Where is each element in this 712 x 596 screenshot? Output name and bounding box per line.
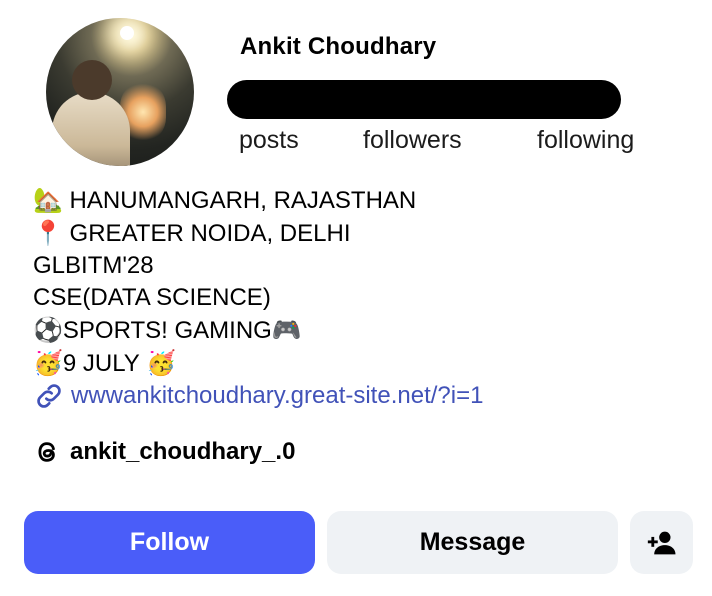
- bio-line-interests: ⚽SPORTS! GAMING🎮: [33, 316, 302, 344]
- bio-link-text[interactable]: wwwankitchoudhary.great-site.net/?i=1: [71, 382, 483, 410]
- add-person-icon: [647, 531, 675, 554]
- party-face-icon: 🥳: [33, 349, 63, 377]
- suggested-people-button[interactable]: [630, 511, 693, 574]
- avatar-person-head: [72, 60, 112, 100]
- avatar-person-body: [52, 92, 130, 166]
- following-stat-label[interactable]: following: [537, 126, 634, 155]
- party-face-icon: 🥳: [146, 349, 176, 377]
- posts-stat-label[interactable]: posts: [239, 126, 299, 155]
- follow-button-label: Follow: [129, 528, 210, 556]
- threads-icon: [38, 442, 55, 462]
- bio-line-location: 📍 GREATER NOIDA, DELHI: [33, 219, 351, 247]
- follow-button[interactable]: Follow: [24, 511, 315, 574]
- bio-line-hometown: 🏡 HANUMANGARH, RAJASTHAN: [33, 186, 417, 214]
- profile-bio: 🏡 HANUMANGARH, RAJASTHAN 📍 GREATER NOIDA…: [33, 184, 416, 380]
- soccer-ball-icon: ⚽: [33, 316, 63, 344]
- profile-avatar[interactable]: [46, 18, 194, 166]
- bio-line-college: GLBITM'28: [33, 252, 154, 279]
- location-pin-icon: 📍: [33, 219, 63, 247]
- link-icon: [37, 384, 61, 408]
- avatar-lamp-light: [120, 26, 134, 40]
- bio-link[interactable]: wwwankitchoudhary.great-site.net/?i=1: [33, 380, 483, 412]
- game-controller-icon: 🎮: [271, 316, 302, 344]
- message-button[interactable]: Message: [327, 511, 618, 574]
- threads-handle[interactable]: ankit_choudhary_.0: [70, 438, 295, 466]
- bio-line-birthday: 🥳9 JULY 🥳: [33, 349, 176, 377]
- house-icon: 🏡: [33, 186, 63, 214]
- bio-line-branch: CSE(DATA SCIENCE): [33, 284, 271, 311]
- redacted-stats-bar: [227, 80, 621, 119]
- profile-name: Ankit Choudhary: [240, 33, 437, 60]
- followers-stat-label[interactable]: followers: [363, 126, 462, 155]
- threads-badge[interactable]: ankit_choudhary_.0: [33, 438, 295, 466]
- message-button-label: Message: [419, 528, 526, 556]
